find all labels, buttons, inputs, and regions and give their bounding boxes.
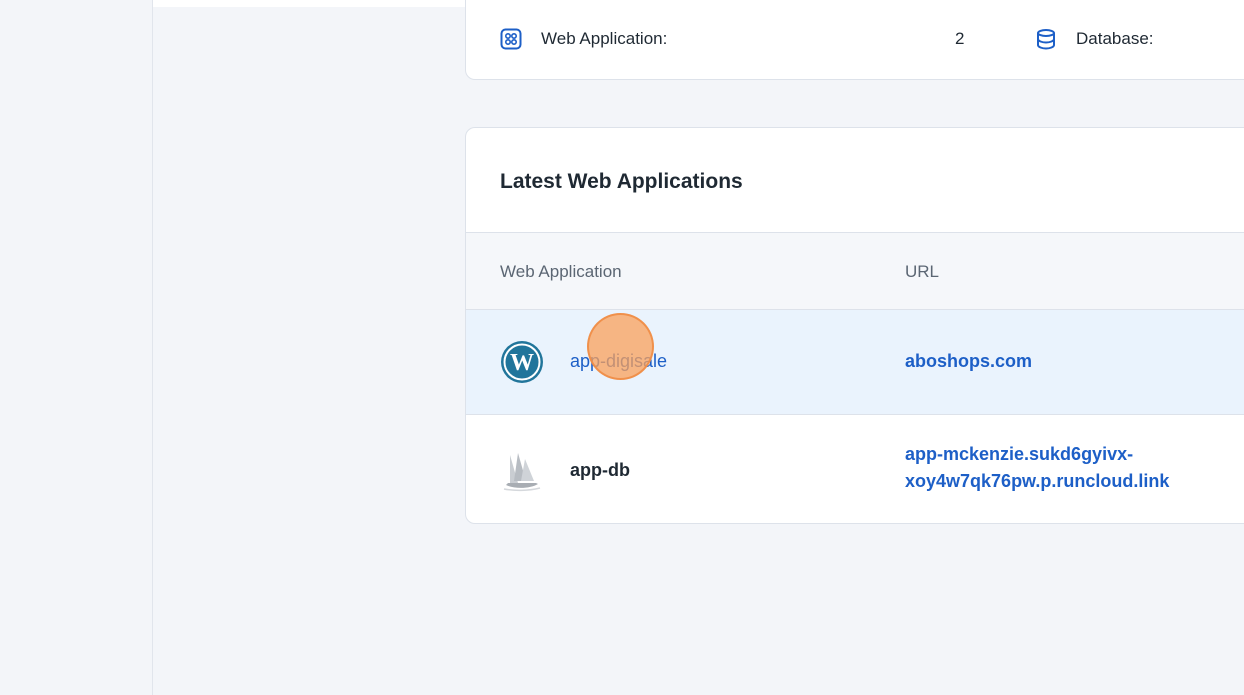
web-application-stat-label: Web Application:: [541, 29, 668, 48]
table-row[interactable]: app-db app-mckenzie.sukd6gyivx- xoy4w7qk…: [466, 415, 1244, 523]
app-url-line: app-mckenzie.sukd6gyivx-: [905, 444, 1134, 464]
svg-text:W: W: [510, 350, 534, 376]
card-title: Latest Web Applications: [500, 170, 743, 193]
column-header-url: URL: [905, 262, 940, 281]
app-url-link[interactable]: aboshops.com: [905, 348, 1032, 375]
web-application-stat-value: 2: [955, 29, 965, 48]
web-application-icon: [500, 28, 522, 50]
app-name-link[interactable]: app-db: [570, 460, 630, 481]
table-header: Web Application URL: [466, 232, 1244, 310]
database-icon: [1035, 28, 1057, 50]
sidebar: [0, 0, 153, 695]
database-stat-label: Database:: [1076, 29, 1154, 48]
column-header-web-application: Web Application: [500, 262, 622, 281]
cursor-highlight: [587, 313, 654, 380]
sailboat-icon: [500, 449, 544, 498]
app-url-line: xoy4w7qk76pw.p.runcloud.link: [905, 471, 1170, 491]
latest-web-applications-card: Latest Web Applications Web Application …: [465, 127, 1244, 524]
app-url-link[interactable]: app-mckenzie.sukd6gyivx- xoy4w7qk76pw.p.…: [905, 441, 1169, 495]
table-row[interactable]: W app-digisale aboshops.com: [466, 310, 1244, 415]
stats-card: Web Application: 2 Database:: [465, 0, 1244, 80]
wordpress-icon: W: [500, 340, 544, 389]
